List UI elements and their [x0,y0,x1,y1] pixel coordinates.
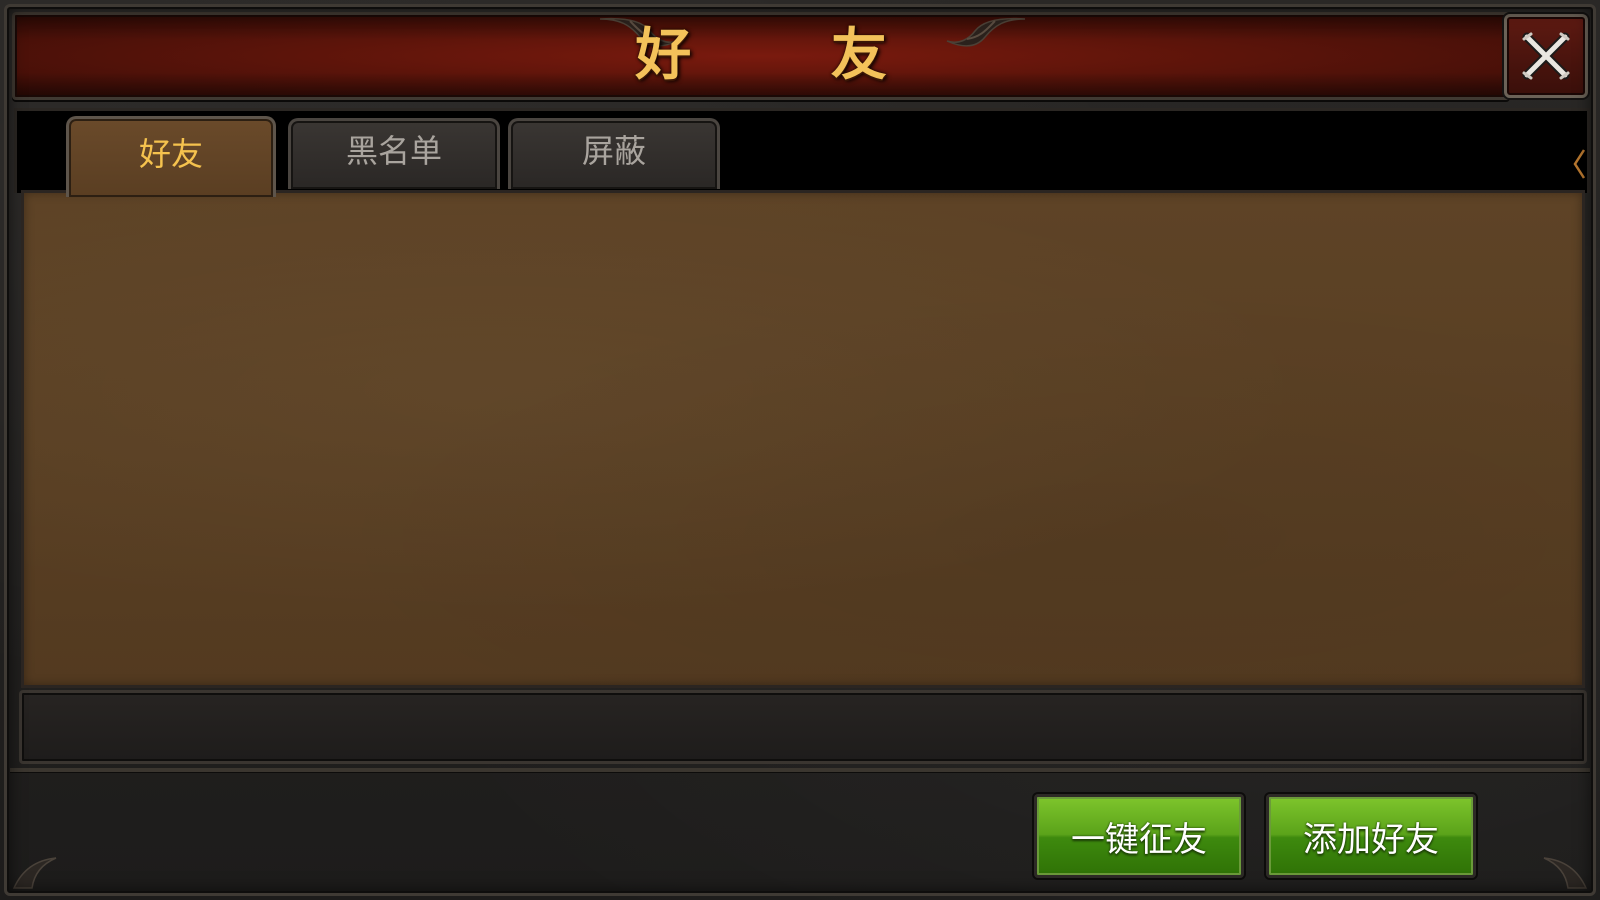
corner-ornament-icon [1543,857,1588,889]
window-title: 好 友 [635,22,947,88]
tab-blocked[interactable]: 屏蔽 [508,118,720,189]
tab-blacklist[interactable]: 黑名单 [288,118,500,189]
add-friend-button[interactable]: 添加好友 [1266,794,1476,878]
one-click-recruit-button[interactable]: 一键征友 [1034,794,1244,878]
friends-window: 好 友 好友 黑名单 屏蔽 一键征友 添加好友 [0,0,1600,900]
friends-list-panel[interactable] [21,190,1585,688]
title-bar: 好 友 [12,12,1510,100]
tab-blocked-label: 屏蔽 [581,133,646,169]
tab-friends-label: 好友 [138,136,203,172]
close-button[interactable] [1504,14,1588,98]
close-x-icon [1522,32,1570,80]
tab-blacklist-label: 黑名单 [345,133,442,169]
list-footer-strip [19,690,1587,764]
tab-friends[interactable]: 好友 [66,116,276,197]
chevron-left-icon[interactable] [1572,148,1586,180]
divider [10,768,1590,772]
title-ornament-icon [946,17,1025,47]
corner-ornament-icon [12,857,57,889]
